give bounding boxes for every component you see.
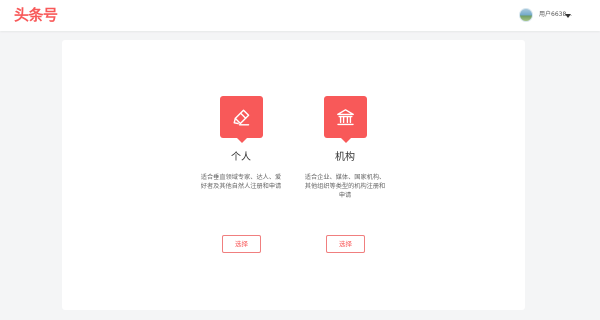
option-institution: 机构 适合企业、媒体、国家机构、其他组织等类型的机构注册和申请 — [297, 96, 393, 200]
institution-building-icon — [336, 109, 354, 126]
institution-icon-tile — [323, 96, 367, 143]
select-institution-button[interactable]: 选择 — [326, 235, 365, 253]
option-institution-title: 机构 — [335, 152, 355, 163]
account-type-card: 个人 适合垂直领域专家、达人、爱好者及其他自然人注册和申请 机构 适合企业、媒体… — [62, 40, 525, 310]
option-personal-description: 适合垂直领域专家、达人、爱好者及其他自然人注册和申请 — [200, 174, 282, 190]
option-institution-description: 适合企业、媒体、国家机构、其他组织等类型的机构注册和申请 — [304, 174, 386, 199]
personal-icon-tile — [219, 96, 263, 143]
chevron-down-icon[interactable] — [565, 14, 571, 18]
option-personal-title: 个人 — [231, 152, 251, 163]
toutiaohao-logo[interactable]: 头条号 — [14, 7, 58, 24]
option-personal: 个人 适合垂直领域专家、达人、爱好者及其他自然人注册和申请 — [193, 96, 289, 191]
select-personal-button[interactable]: 选择 — [222, 235, 261, 253]
user-avatar[interactable] — [519, 8, 533, 22]
pencil-eraser-icon — [233, 109, 249, 126]
top-navigation-bar: 头条号 用户6638... — [0, 0, 600, 31]
